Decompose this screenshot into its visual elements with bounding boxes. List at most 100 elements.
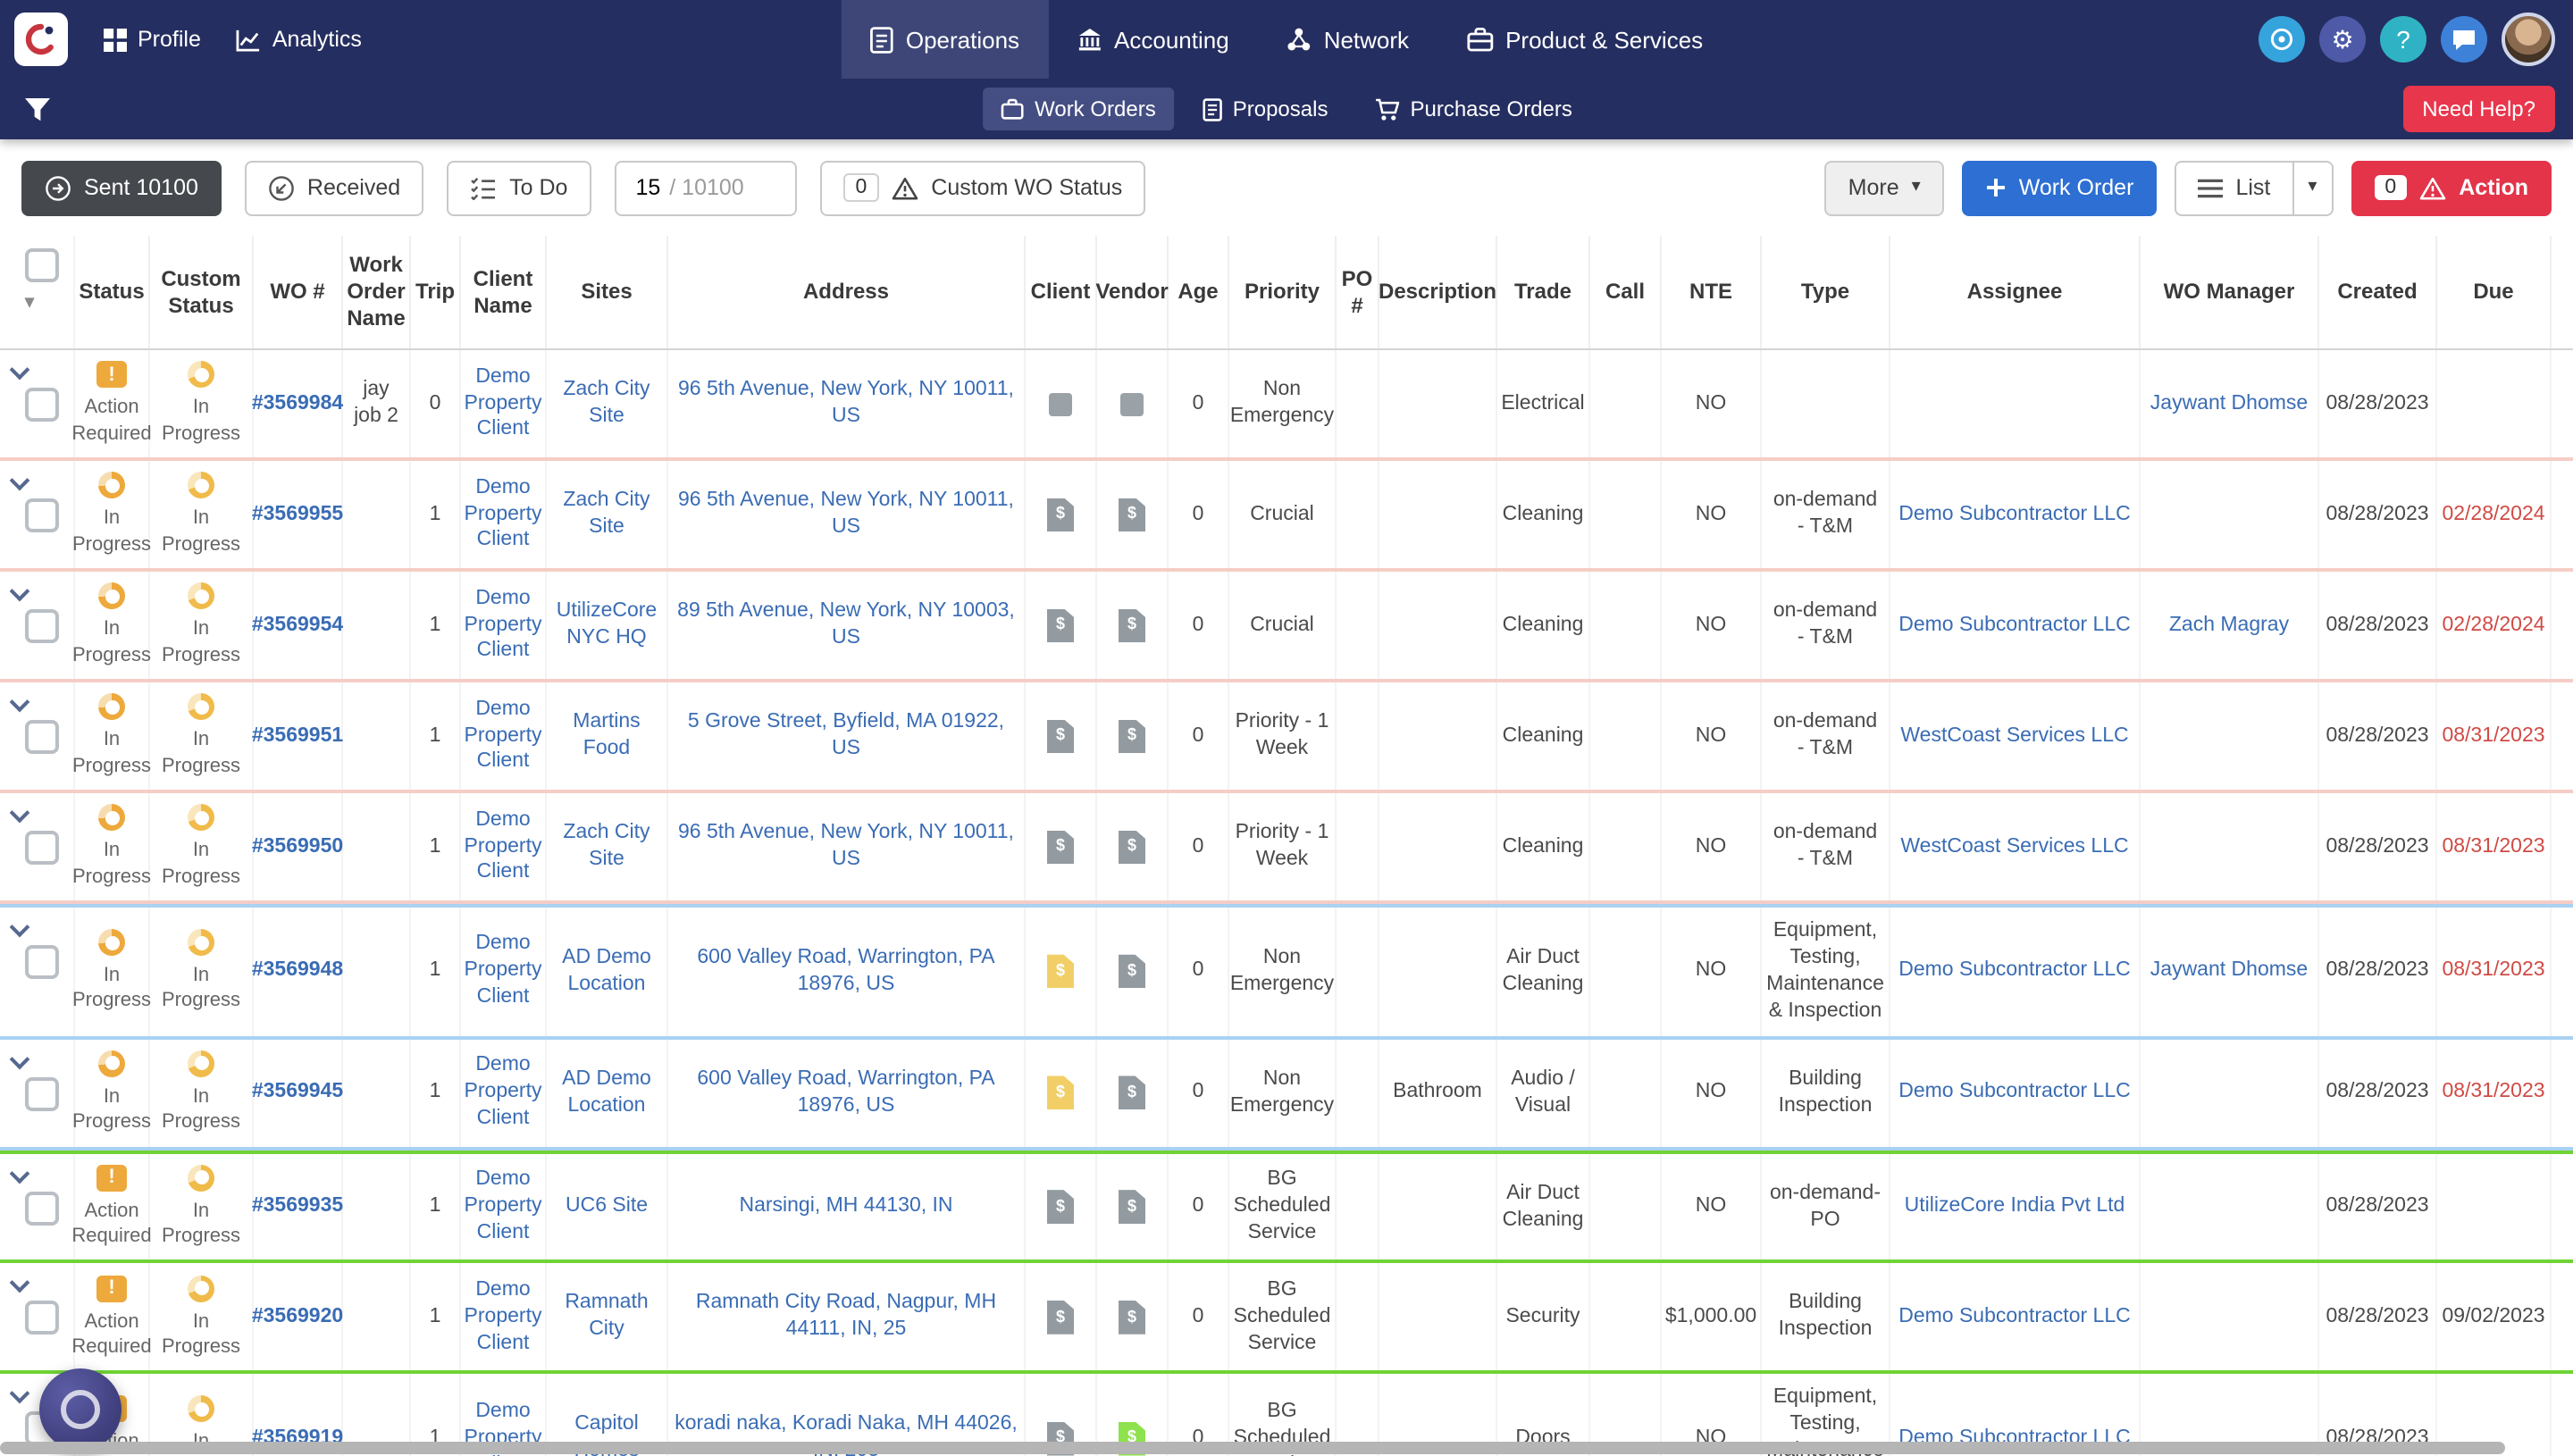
client-doc-icon[interactable]: $ <box>1047 498 1074 531</box>
custom-status-icon[interactable] <box>188 361 214 388</box>
nav-analytics[interactable]: Analytics <box>219 27 380 52</box>
status-icon[interactable] <box>96 361 127 388</box>
client-name-link[interactable]: Demo Property Client <box>465 1167 542 1247</box>
row-checkbox[interactable] <box>25 1077 59 1111</box>
status-icon[interactable] <box>98 804 125 831</box>
wo-manager-link[interactable]: Jaywant Dhomse <box>2150 958 2308 985</box>
address-link[interactable]: 89 5th Avenue, New York, NY 10003, US <box>674 598 1018 652</box>
tab-proposals[interactable]: Proposals <box>1185 88 1346 130</box>
assignee-link[interactable]: Demo Subcontractor LLC <box>1898 1304 2131 1331</box>
wo-manager-link[interactable]: Jaywant Dhomse <box>2150 390 2308 417</box>
row-checkbox[interactable] <box>25 1301 59 1335</box>
header-vendor-doc[interactable]: Vendor <box>1097 236 1169 348</box>
custom-status-icon[interactable] <box>188 693 214 720</box>
quick-actions-icon[interactable] <box>2259 16 2305 63</box>
address-link[interactable]: 96 5th Avenue, New York, NY 10011, US <box>674 820 1018 874</box>
select-all-checkbox[interactable] <box>25 248 59 282</box>
site-link[interactable]: Zach City Site <box>552 820 661 874</box>
header-nte[interactable]: NTE <box>1662 236 1762 348</box>
header-call[interactable]: Call <box>1590 236 1662 348</box>
vendor-doc-icon[interactable]: $ <box>1119 830 1145 864</box>
status-icon[interactable] <box>98 1050 125 1077</box>
assignee-link[interactable]: Demo Subcontractor LLC <box>1898 501 2131 528</box>
menu-operations[interactable]: Operations <box>842 0 1048 79</box>
wo-number-link[interactable]: #3569954 <box>252 612 343 639</box>
header-status[interactable]: Status <box>75 236 150 348</box>
status-icon[interactable] <box>96 1165 127 1192</box>
status-icon[interactable] <box>98 693 125 720</box>
vendor-doc-icon[interactable]: $ <box>1119 719 1145 753</box>
site-link[interactable]: AD Demo Location <box>552 1067 661 1120</box>
user-avatar[interactable] <box>2502 13 2555 66</box>
header-trade[interactable]: Trade <box>1497 236 1590 348</box>
custom-status-icon[interactable] <box>188 929 214 956</box>
nav-profile[interactable]: Profile <box>86 27 219 52</box>
filter-funnel-icon[interactable] <box>23 96 52 122</box>
custom-status-icon[interactable] <box>188 1165 214 1192</box>
row-expand-chevron-icon[interactable] <box>10 360 30 381</box>
address-link[interactable]: 96 5th Avenue, New York, NY 10011, US <box>674 377 1018 431</box>
site-link[interactable]: Ramnath City <box>552 1291 661 1344</box>
header-age[interactable]: Age <box>1169 236 1229 348</box>
client-name-link[interactable]: Demo Property Client <box>465 474 542 555</box>
vendor-doc-icon[interactable]: $ <box>1119 1301 1145 1335</box>
menu-accounting[interactable]: Accounting <box>1048 0 1258 79</box>
wo-number-link[interactable]: #3569945 <box>252 1080 343 1107</box>
header-wo-name[interactable]: Work Order Name <box>343 236 411 348</box>
custom-status-icon[interactable] <box>188 1050 214 1077</box>
client-doc-icon[interactable]: $ <box>1047 830 1074 864</box>
header-description[interactable]: Description <box>1379 236 1497 348</box>
header-type[interactable]: Type <box>1762 236 1890 348</box>
row-expand-chevron-icon[interactable] <box>10 692 30 713</box>
address-link[interactable]: Ramnath City Road, Nagpur, MH 44111, IN,… <box>674 1291 1018 1344</box>
tab-purchase-orders[interactable]: Purchase Orders <box>1356 88 1589 130</box>
header-due[interactable]: Due <box>2437 236 2552 348</box>
wo-number-link[interactable]: #3569948 <box>252 958 343 985</box>
vendor-doc-icon[interactable]: $ <box>1119 498 1145 531</box>
wo-number-link[interactable]: #3569950 <box>252 833 343 860</box>
wo-number-link[interactable]: #3569935 <box>252 1193 343 1220</box>
status-icon[interactable] <box>98 472 125 498</box>
row-expand-chevron-icon[interactable] <box>10 1163 30 1184</box>
tab-work-orders[interactable]: Work Orders <box>983 88 1174 130</box>
header-wo-number[interactable]: WO # <box>254 236 343 348</box>
list-view-button[interactable]: List <box>2175 160 2293 215</box>
wo-number-link[interactable]: #3569955 <box>252 501 343 528</box>
address-link[interactable]: 5 Grove Street, Byfield, MA 01922, US <box>674 709 1018 763</box>
site-link[interactable]: AD Demo Location <box>552 945 661 999</box>
row-expand-chevron-icon[interactable] <box>10 803 30 824</box>
received-filter-button[interactable]: Received <box>245 160 423 215</box>
address-link[interactable]: 600 Valley Road, Warrington, PA 18976, U… <box>674 1067 1018 1120</box>
header-address[interactable]: Address <box>668 236 1026 348</box>
site-link[interactable]: Martins Food <box>552 709 661 763</box>
assignee-link[interactable]: WestCoast Services LLC <box>1900 723 2128 749</box>
status-icon[interactable] <box>98 929 125 956</box>
row-expand-chevron-icon[interactable] <box>10 1049 30 1069</box>
row-expand-chevron-icon[interactable] <box>10 1384 30 1404</box>
floating-widget-button[interactable] <box>39 1368 122 1451</box>
assignee-link[interactable]: WestCoast Services LLC <box>1900 833 2128 860</box>
horizontal-scrollbar-thumb[interactable] <box>0 1442 2505 1454</box>
menu-network[interactable]: Network <box>1258 0 1437 79</box>
client-name-link[interactable]: Demo Property Client <box>465 696 542 776</box>
client-doc-icon[interactable] <box>1049 392 1072 415</box>
client-doc-icon[interactable]: $ <box>1047 608 1074 642</box>
site-link[interactable]: UC6 Site <box>566 1193 648 1220</box>
vendor-doc-icon[interactable]: $ <box>1119 1190 1145 1224</box>
header-assignee[interactable]: Assignee <box>1890 236 2141 348</box>
status-icon[interactable] <box>98 582 125 609</box>
custom-status-icon[interactable] <box>188 582 214 609</box>
header-trip[interactable]: Trip <box>411 236 461 348</box>
address-link[interactable]: Narsingi, MH 44130, IN <box>739 1193 952 1220</box>
new-work-order-button[interactable]: Work Order <box>1962 160 2158 215</box>
row-checkbox[interactable] <box>25 1192 59 1226</box>
client-name-link[interactable]: Demo Property Client <box>465 364 542 444</box>
assignee-link[interactable]: Demo Subcontractor LLC <box>1898 958 2131 985</box>
vendor-doc-icon[interactable]: $ <box>1119 608 1145 642</box>
sent-filter-button[interactable]: Sent 10100 <box>21 160 222 215</box>
vendor-doc-icon[interactable] <box>1120 392 1144 415</box>
row-checkbox[interactable] <box>25 720 59 754</box>
header-sites[interactable]: Sites <box>547 236 668 348</box>
row-expand-chevron-icon[interactable] <box>10 1273 30 1293</box>
view-dropdown-button[interactable]: ▾ <box>2293 160 2333 215</box>
